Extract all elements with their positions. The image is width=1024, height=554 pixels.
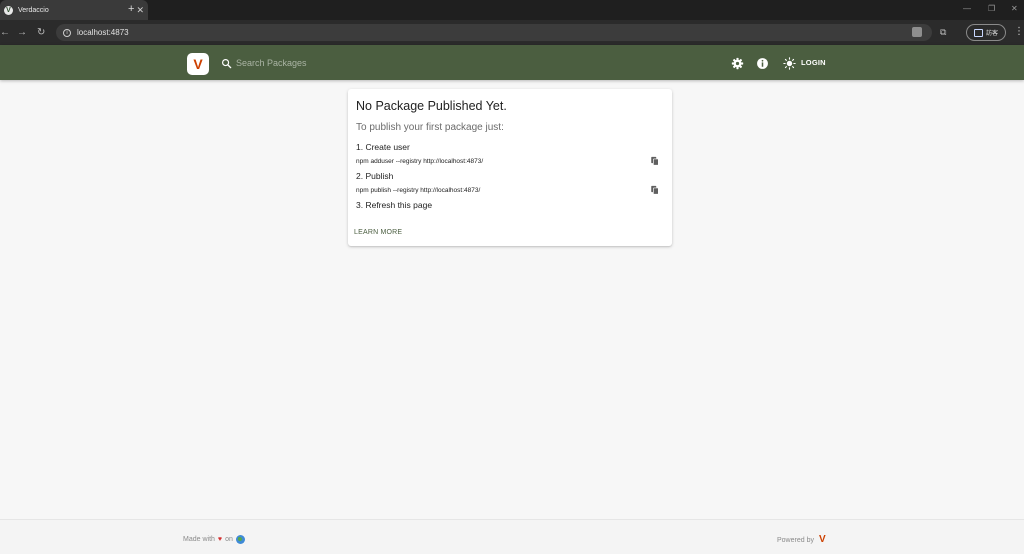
close-window-icon[interactable]: ✕ <box>1011 4 1018 13</box>
learn-more-link[interactable]: LEARN MORE <box>354 229 402 236</box>
site-info-icon[interactable]: i <box>63 28 71 37</box>
profile-button[interactable]: 訪客 <box>966 24 1006 41</box>
step-refresh: 3. Refresh this page <box>356 200 433 210</box>
made-with-text: Made with <box>183 536 215 543</box>
made-with: Made with ♥ on <box>183 535 245 544</box>
app-header: V LOGIN <box>0 45 1024 80</box>
address-bar[interactable]: i localhost:4873 <box>56 24 932 41</box>
globe-icon[interactable] <box>235 535 245 544</box>
copy-adduser-icon[interactable] <box>650 156 660 166</box>
theme-toggle-icon[interactable] <box>783 57 796 70</box>
info-icon[interactable] <box>756 57 769 70</box>
reload-icon[interactable]: ↻ <box>37 27 45 38</box>
browser-tab[interactable]: V Verdaccio ✕ <box>0 0 148 20</box>
step-publish: 2. Publish <box>356 171 394 181</box>
on-text: on <box>225 536 233 543</box>
heart-icon: ♥ <box>217 536 223 543</box>
command-publish: npm publish --registry http://localhost:… <box>356 187 481 194</box>
search-input[interactable] <box>236 55 536 71</box>
search-icon <box>222 59 232 69</box>
powered-by-text: Powered by <box>777 536 814 544</box>
copy-publish-icon[interactable] <box>650 185 660 195</box>
browser-menu-icon[interactable]: ⋮ <box>1014 26 1024 37</box>
browser-tab-bar: V Verdaccio ✕ + — ❐ ✕ <box>0 0 1024 20</box>
command-adduser: npm adduser --registry http://localhost:… <box>356 158 484 165</box>
step-create-user: 1. Create user <box>356 142 410 152</box>
minimize-icon[interactable]: — <box>963 4 971 13</box>
restore-icon[interactable]: ❐ <box>988 4 995 13</box>
translate-icon[interactable] <box>912 27 922 37</box>
login-button[interactable]: LOGIN <box>801 58 826 67</box>
verdaccio-footer-logo-icon[interactable]: V <box>819 535 826 545</box>
new-tab-icon[interactable]: + <box>128 3 134 15</box>
extensions-icon[interactable]: ⧉ <box>940 27 946 38</box>
verdaccio-logo-icon[interactable]: V <box>187 53 209 75</box>
close-tab-icon[interactable]: ✕ <box>136 5 144 16</box>
guest-profile-icon <box>973 28 983 37</box>
back-icon[interactable]: ← <box>0 27 10 38</box>
browser-toolbar: ← → ↻ i localhost:4873 ⧉ 訪客 ⋮ <box>0 20 1024 45</box>
verdaccio-favicon-icon: V <box>4 5 13 15</box>
profile-label: 訪客 <box>985 31 998 37</box>
settings-icon[interactable] <box>731 57 744 70</box>
help-card: No Package Published Yet. To publish you… <box>348 89 672 246</box>
url-text: localhost:4873 <box>77 28 129 37</box>
card-subtitle: To publish your first package just: <box>356 122 504 133</box>
tab-title: Verdaccio <box>18 6 49 14</box>
card-title: No Package Published Yet. <box>356 99 507 113</box>
forward-icon[interactable]: → <box>17 27 27 38</box>
powered-by: Powered by V <box>777 535 826 545</box>
footer: Made with ♥ on Powered by V <box>0 519 1024 554</box>
